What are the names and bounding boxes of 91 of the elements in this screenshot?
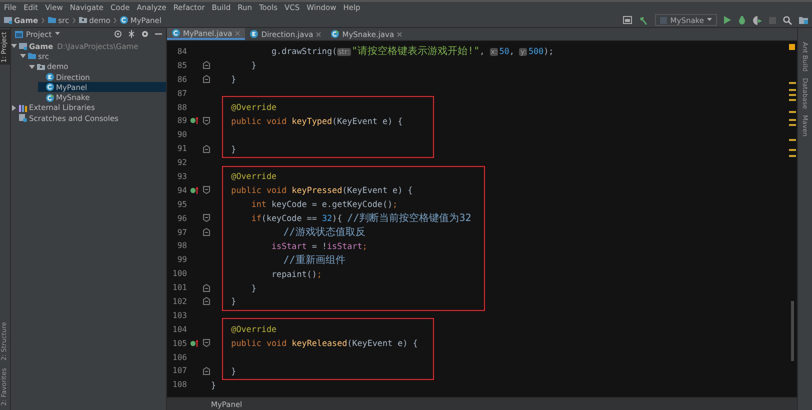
- line-number: 96: [176, 214, 187, 223]
- target-icon[interactable]: [114, 30, 122, 38]
- code-line: //重新画组件: [282, 254, 346, 267]
- fold-icon[interactable]: [202, 186, 210, 194]
- fold-icon[interactable]: [202, 144, 210, 153]
- enum-icon: [46, 73, 54, 82]
- line-number: 86: [176, 74, 187, 84]
- fold-icon[interactable]: [202, 297, 210, 306]
- search-icon[interactable]: [783, 16, 792, 24]
- line-number: 84: [176, 46, 187, 56]
- library-icon: [19, 104, 27, 112]
- code-line: }: [230, 144, 236, 154]
- line-number: 99: [176, 255, 187, 264]
- folder-icon: [48, 16, 56, 24]
- chevron-icon: [41, 16, 46, 24]
- package-icon: [79, 16, 88, 24]
- caret-icon: [707, 18, 712, 22]
- override-marker-icon[interactable]: [190, 340, 198, 347]
- code-line: }: [250, 282, 256, 293]
- line-number: 108: [172, 380, 187, 390]
- line-number: 104: [172, 324, 187, 334]
- fold-icon[interactable]: [202, 284, 210, 292]
- code-line: public void keyReleased(KeyEvent e) {: [230, 338, 418, 348]
- code-line: @Override: [230, 171, 277, 182]
- code-line: public void keyPressed(KeyEvent e) {: [230, 185, 413, 196]
- line-number: 107: [172, 366, 187, 376]
- collapsed-arrow-icon: [11, 104, 17, 111]
- line-number: 92: [176, 158, 187, 168]
- line-number: 101: [172, 283, 187, 292]
- panel-icon: [15, 30, 23, 38]
- line-number: 85: [176, 60, 187, 70]
- code-line: isStart = !isStart;: [270, 240, 368, 251]
- code-line: }: [230, 74, 236, 84]
- class-icon: [46, 94, 54, 102]
- code-line: }: [211, 380, 216, 390]
- folder-icon: [4, 16, 12, 24]
- line-number: 97: [176, 228, 187, 237]
- settings-icon[interactable]: [141, 30, 149, 38]
- line-number: 102: [172, 296, 187, 306]
- line-number: 87: [176, 88, 187, 98]
- line-number: 100: [172, 269, 187, 278]
- fold-icon[interactable]: [202, 366, 210, 375]
- coverage-icon[interactable]: [753, 16, 762, 24]
- close-icon[interactable]: [316, 32, 322, 36]
- override-marker-icon[interactable]: [190, 186, 198, 194]
- code-line: repaint();: [270, 268, 322, 279]
- scratches-icon: [19, 114, 27, 122]
- caret-icon[interactable]: [54, 32, 60, 36]
- package-icon: [37, 62, 45, 71]
- line-number: 95: [176, 200, 187, 209]
- folder-icon: [28, 52, 36, 60]
- folder-icon: [19, 42, 27, 50]
- line-number: 88: [176, 102, 187, 112]
- line-number: 94: [176, 186, 187, 195]
- fold-icon[interactable]: [202, 228, 210, 236]
- fold-icon[interactable]: [202, 339, 210, 348]
- bug-icon[interactable]: [738, 16, 746, 24]
- line-number: 93: [176, 172, 187, 181]
- line-number: 106: [172, 352, 187, 362]
- fold-icon[interactable]: [202, 116, 210, 125]
- close-icon[interactable]: [397, 32, 402, 36]
- code-line: @Override: [230, 102, 277, 112]
- window-icon[interactable]: [623, 16, 632, 24]
- code-line: }: [250, 60, 256, 70]
- chevron-icon: [72, 16, 76, 24]
- code-line: //游戏状态值取反: [282, 226, 366, 240]
- fold-icon[interactable]: [202, 214, 210, 222]
- override-marker-icon[interactable]: [190, 117, 198, 124]
- code-line: }: [230, 296, 236, 306]
- line-number: 98: [176, 241, 187, 250]
- class-icon: [120, 16, 128, 24]
- run-icon[interactable]: [724, 16, 731, 24]
- code-line: public void keyTyped(KeyEvent e) {: [230, 116, 403, 126]
- hammer-icon[interactable]: [639, 16, 648, 24]
- code-line: if(keyCode == 32){ //判断当前按空格键值为32: [250, 212, 472, 226]
- fold-icon[interactable]: [202, 75, 210, 84]
- class-icon: [46, 83, 54, 92]
- class-icon: [172, 29, 180, 37]
- line-number: 103: [172, 310, 187, 320]
- code-line: @Override: [230, 324, 277, 334]
- code-line: }: [230, 366, 236, 376]
- code-line: int keyCode = e.getKeyCode();: [250, 199, 398, 210]
- folder-icon[interactable]: [799, 16, 808, 24]
- enum-icon: [250, 30, 258, 38]
- line-number: 91: [176, 144, 187, 154]
- chevron-icon: [113, 16, 118, 24]
- line-number: 90: [176, 130, 187, 140]
- class-icon: [331, 30, 340, 38]
- line-number: 105: [172, 338, 187, 348]
- line-number: 89: [176, 116, 187, 126]
- fold-icon[interactable]: [202, 61, 210, 70]
